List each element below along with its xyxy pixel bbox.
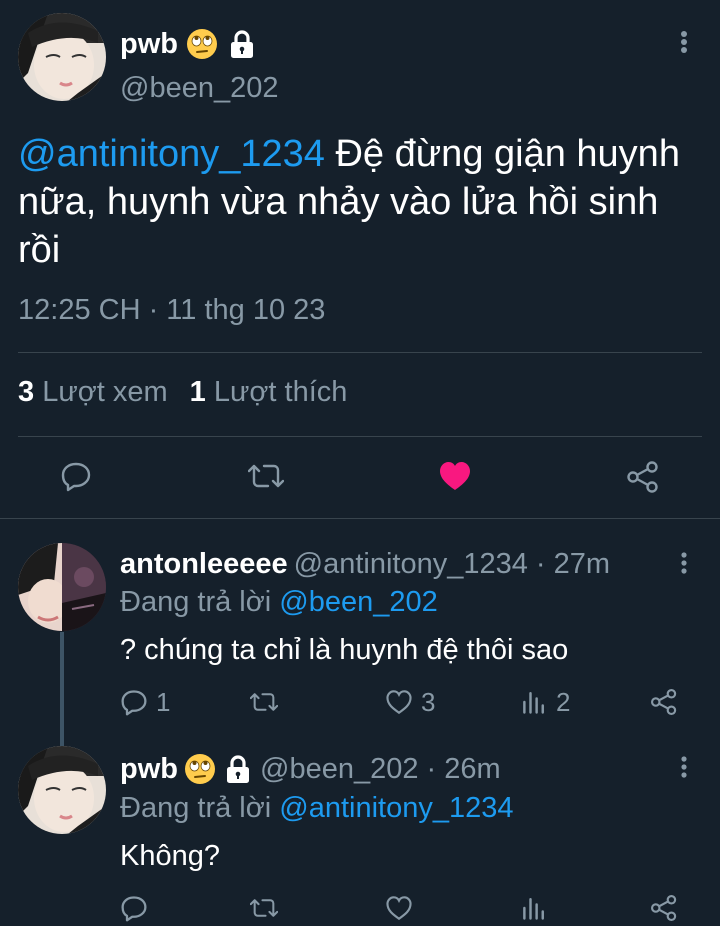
divider	[18, 352, 702, 353]
avatar[interactable]	[18, 13, 106, 101]
retweet-icon	[250, 693, 278, 711]
author-handle[interactable]: @been_202	[120, 72, 278, 105]
retweet-button[interactable]	[250, 888, 286, 926]
like-count: 3	[421, 686, 436, 717]
author-name-row[interactable]: pwb	[120, 24, 258, 64]
like-button[interactable]: 3	[385, 682, 435, 722]
handle-and-time[interactable]: @been_202 · 26m	[260, 753, 501, 786]
retweet-icon	[250, 899, 278, 917]
heart-icon	[386, 690, 412, 715]
reply-text: ? chúng ta chỉ là huynh đệ thôi sao	[120, 634, 569, 666]
analytics-icon	[523, 692, 544, 714]
replying-mention[interactable]: @been_202	[279, 586, 437, 618]
more-options-icon[interactable]	[674, 548, 694, 578]
avatar-photo	[18, 543, 106, 631]
reply-icon	[121, 690, 147, 716]
reply-header[interactable]: antonleeeee @antinitony_1234 · 27m	[120, 544, 610, 584]
avatar-photo	[18, 13, 106, 101]
reply-action-bar: 1 3 2	[120, 682, 690, 722]
more-options-icon[interactable]	[672, 24, 696, 60]
eye-roll-emoji-icon	[185, 754, 215, 784]
likes-stat[interactable]: 1 Lượt thích	[190, 376, 348, 409]
reply-count: 1	[156, 686, 171, 717]
views-label: Lượt xem	[42, 376, 168, 408]
eye-roll-emoji-icon	[187, 29, 217, 59]
likes-label: Lượt thích	[213, 376, 348, 408]
avatar[interactable]	[18, 543, 106, 631]
share-button[interactable]	[650, 682, 678, 722]
tweet-stats: 3 Lượt xem 1 Lượt thích	[18, 376, 347, 409]
reply-icon[interactable]	[60, 460, 92, 492]
share-icon	[650, 894, 677, 922]
views-button[interactable]: 2	[520, 682, 570, 722]
reply-text: Không?	[120, 840, 220, 872]
avatar[interactable]	[18, 746, 106, 834]
reply-action-bar	[120, 888, 690, 926]
views-stat[interactable]: 3 Lượt xem	[18, 376, 168, 409]
reply-button[interactable]: 1	[120, 682, 170, 722]
view-count: 2	[556, 686, 571, 717]
reply-button[interactable]	[120, 888, 156, 926]
thread-connector	[60, 632, 64, 748]
divider	[0, 518, 720, 519]
reply-icon	[121, 896, 147, 922]
display-name[interactable]: pwb	[120, 28, 178, 61]
replying-to: Đang trả lời @antinitony_1234	[120, 792, 514, 825]
replying-prefix: Đang trả lời	[120, 586, 272, 618]
tweet-timestamp[interactable]: 12:25 CH · 11 thg 10 23	[18, 294, 325, 327]
more-options-icon[interactable]	[674, 752, 694, 782]
display-name[interactable]: pwb	[120, 753, 178, 786]
tweet-text: @antinitony_1234 Đệ đừng giận huynh nữa,…	[18, 130, 702, 274]
like-button[interactable]	[385, 888, 421, 926]
retweet-button[interactable]	[250, 682, 286, 722]
avatar-photo	[18, 746, 106, 834]
replying-to: Đang trả lời @been_202	[120, 586, 438, 619]
lock-icon	[231, 30, 253, 58]
tweet-detail-page: pwb @been_202 @antinitony_1234 Đệ đừng g…	[0, 0, 720, 926]
views-count: 3	[18, 376, 35, 408]
lock-icon	[227, 755, 249, 783]
analytics-icon	[523, 898, 544, 920]
display-name[interactable]: antonleeeee	[120, 548, 288, 581]
retweet-icon[interactable]	[248, 460, 284, 492]
views-button[interactable]	[520, 888, 556, 926]
reply-header[interactable]: pwb @been_202 · 26m	[120, 749, 501, 789]
share-icon	[650, 688, 677, 716]
replying-prefix: Đang trả lời	[120, 792, 272, 824]
handle-and-time[interactable]: @antinitony_1234 · 27m	[294, 548, 610, 581]
divider	[18, 436, 702, 437]
share-icon[interactable]	[626, 460, 660, 494]
heart-icon	[386, 896, 412, 921]
replying-mention[interactable]: @antinitony_1234	[279, 792, 513, 824]
share-button[interactable]	[650, 888, 678, 926]
likes-count: 1	[189, 376, 206, 408]
heart-icon[interactable]	[438, 460, 472, 492]
mention-link[interactable]: @antinitony_1234	[18, 133, 325, 175]
